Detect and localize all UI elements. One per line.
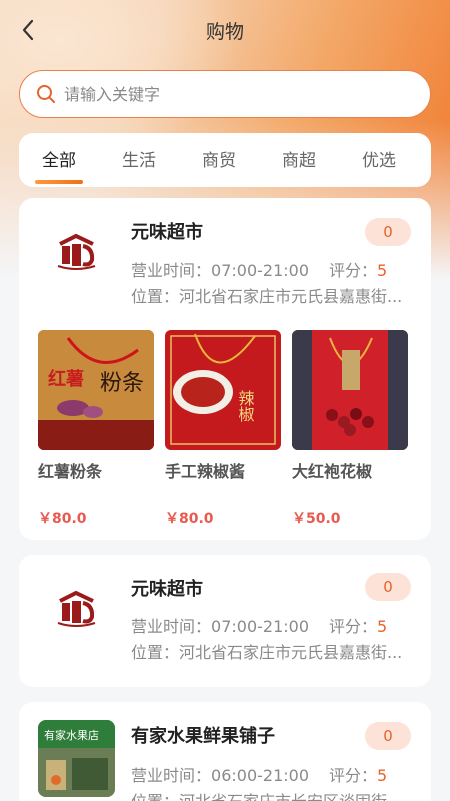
svg-text:辣椒: 辣椒	[236, 390, 255, 422]
product-price: ￥80.0	[165, 511, 214, 527]
product-card[interactable]: 辣椒 手工辣椒酱 ￥80.0	[165, 330, 281, 528]
rating-label: 评分：	[329, 766, 378, 785]
store-logo: 有家水果店	[38, 720, 115, 797]
store-logo	[38, 571, 115, 648]
store-card[interactable]: 元味超市 0 营业时间：07:00-21:00 评分：5 位置：河北省石家庄市元氏…	[19, 555, 431, 687]
search-bar[interactable]	[19, 70, 431, 118]
store-location: 位置：河北省石家庄市元氏县嘉惠街...	[131, 643, 403, 662]
store-location: 位置：河北省石家庄市长安区谈固街...	[131, 788, 421, 801]
tab-supermarket[interactable]: 商超	[259, 133, 339, 187]
product-image	[292, 330, 408, 450]
product-name: 手工辣椒酱	[165, 462, 246, 481]
tab-commerce[interactable]: 商贸	[179, 133, 259, 187]
store-name: 有家水果鲜果铺子	[131, 726, 275, 747]
search-icon	[37, 85, 55, 103]
product-card[interactable]: 红薯 粉条 红薯粉条 ￥80.0	[38, 330, 154, 528]
top-bar: 购物	[0, 0, 450, 60]
hours-value: 06:00-21:00	[211, 766, 310, 785]
product-name: 大红袍花椒	[292, 462, 373, 481]
store-location: 位置：河北省石家庄市元氏县嘉惠街...	[131, 287, 403, 306]
hours-label: 营业时间：	[131, 261, 212, 280]
hours-value: 07:00-21:00	[211, 617, 310, 636]
rating-value: 5	[377, 261, 388, 280]
hours-label: 营业时间：	[131, 617, 212, 636]
rating-value: 5	[377, 766, 388, 785]
rating-label: 评分：	[329, 617, 378, 636]
svg-text:有家水果店: 有家水果店	[44, 728, 99, 742]
store-logo	[38, 214, 115, 291]
product-image: 辣椒	[165, 330, 281, 450]
count-badge[interactable]: 0	[365, 218, 411, 246]
store-hours-rating: 营业时间：07:00-21:00 评分：5	[131, 257, 421, 281]
store-name: 元味超市	[131, 579, 203, 600]
store-card[interactable]: 有家水果店 有家水果鲜果铺子 0 营业时间：06:00-21:00 评分：5 位置…	[19, 702, 431, 801]
tab-all[interactable]: 全部	[19, 133, 99, 187]
product-price: ￥50.0	[292, 511, 341, 527]
store-hours-rating: 营业时间：07:00-21:00 评分：5	[131, 613, 421, 637]
svg-text:粉条: 粉条	[100, 371, 144, 396]
page-title: 购物	[205, 20, 244, 43]
hours-value: 07:00-21:00	[211, 261, 310, 280]
product-image: 红薯 粉条	[38, 330, 154, 450]
tab-featured[interactable]: 优选	[339, 133, 419, 187]
store-card[interactable]: 元味超市 0 营业时间：07:00-21:00 评分：5 位置：河北省石家庄市元氏…	[19, 198, 431, 540]
product-price: ￥80.0	[38, 511, 87, 527]
product-card[interactable]: 大红袍花椒 ￥50.0	[292, 330, 408, 528]
product-name: 红薯粉条	[38, 462, 103, 481]
svg-text:红薯: 红薯	[48, 368, 84, 390]
category-tabs: 全部 生活 商贸 商超 优选	[19, 133, 431, 187]
count-badge[interactable]: 0	[365, 573, 411, 601]
store-hours-rating: 营业时间：06:00-21:00 评分：5	[131, 762, 421, 786]
search-input[interactable]	[64, 84, 384, 104]
rating-value: 5	[377, 617, 388, 636]
tab-life[interactable]: 生活	[99, 133, 179, 187]
rating-label: 评分：	[329, 261, 378, 280]
store-name: 元味超市	[131, 222, 203, 243]
chevron-left-icon	[22, 19, 34, 41]
hours-label: 营业时间：	[131, 766, 212, 785]
back-button[interactable]	[14, 16, 42, 44]
count-badge[interactable]: 0	[365, 722, 411, 750]
